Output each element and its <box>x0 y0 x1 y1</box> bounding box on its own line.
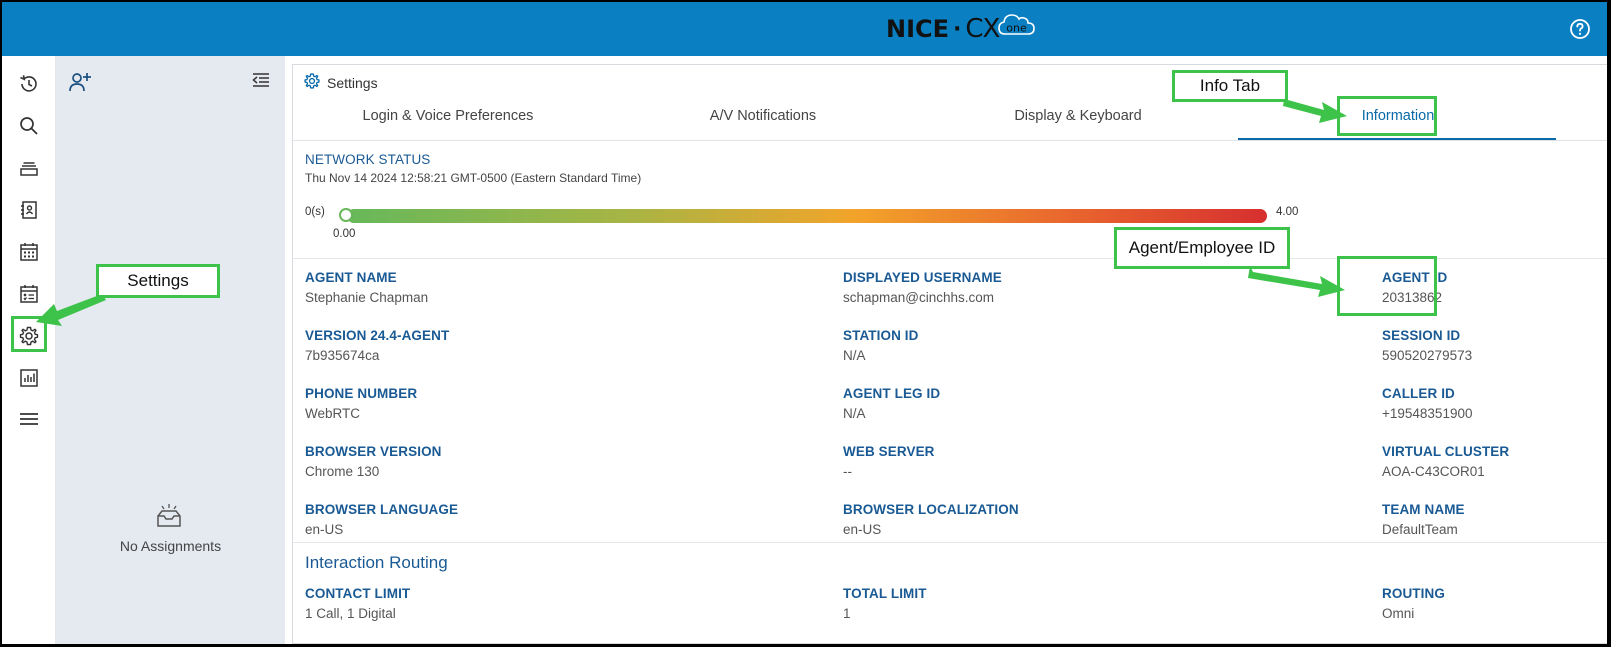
app-window: NICE · CX one No Assignments Settings Lo… <box>2 2 1607 644</box>
agent-id-callout-arrow <box>1248 266 1345 297</box>
settings-callout: Settings <box>96 264 220 298</box>
agent-id-callout: Agent/Employee ID <box>1114 227 1290 269</box>
agent-id-highlight <box>1337 256 1437 316</box>
info-tab-highlight <box>1337 96 1437 136</box>
settings-highlight <box>11 316 47 352</box>
info-tab-callout: Info Tab <box>1172 70 1288 102</box>
